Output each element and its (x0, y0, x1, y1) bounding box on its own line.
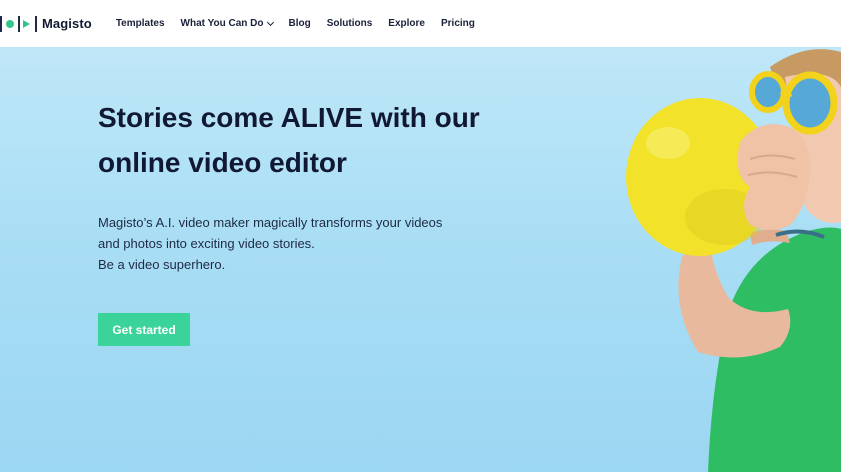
nav-item-what-you-can-do[interactable]: What You Can Do (180, 18, 274, 29)
nav-item-label: Solutions (326, 18, 373, 29)
nav-item-pricing[interactable]: Pricing (441, 18, 475, 29)
hero-description-line: Be a video superhero. (98, 257, 226, 272)
nav-item-solutions[interactable]: Solutions (327, 18, 373, 29)
nav-item-label: Blog (288, 18, 311, 29)
child-hand (737, 124, 811, 230)
nav-item-label: Pricing (440, 18, 475, 29)
nav-item-label: Explore (388, 18, 425, 29)
hero-description-line: Magisto’s A.I. video maker magically tra… (98, 215, 443, 230)
hero-section: Stories come ALIVE with our online video… (0, 47, 841, 472)
hero-description-line: and photos into exciting video stories. (98, 236, 315, 251)
magisto-logo[interactable]: Magisto (0, 0, 92, 47)
nav-item-templates[interactable]: Templates (116, 18, 165, 29)
hero-illustration (626, 49, 841, 472)
hero-title: Stories come ALIVE with our online video… (98, 102, 480, 178)
dot-icon (6, 19, 14, 28)
nav-item-label: What You Can Do (180, 18, 264, 29)
hero-description: Magisto’s A.I. video maker magically tra… (98, 212, 518, 275)
bar-icon (18, 15, 20, 32)
nav-item-label: Templates (115, 18, 165, 29)
balloon-highlight (646, 127, 690, 159)
play-icon (23, 19, 30, 28)
main-nav: Templates What You Can Do Blog Solutions… (116, 18, 491, 29)
sunglasses (749, 71, 838, 135)
bar-icon (35, 15, 37, 32)
nav-item-explore[interactable]: Explore (388, 18, 425, 29)
nav-item-blog[interactable]: Blog (289, 18, 311, 29)
top-navbar: Magisto Templates What You Can Do Blog S… (0, 0, 841, 47)
bar-icon (0, 15, 2, 32)
logo-text: Magisto (42, 16, 92, 31)
chevron-down-icon (266, 18, 274, 26)
get-started-button[interactable]: Get started (98, 313, 190, 346)
magisto-logo-mark (0, 14, 38, 34)
